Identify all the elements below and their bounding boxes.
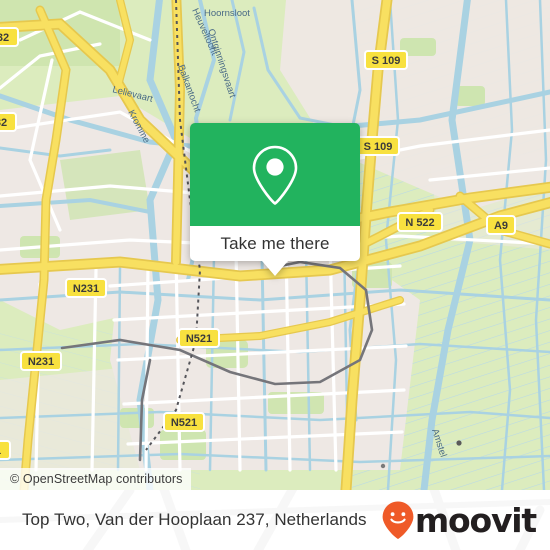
road-shield: N231 [65,278,107,298]
svg-text:N231: N231 [73,283,99,295]
road-shield: A9 [486,215,516,235]
footer-bar: Top Two, Van der Hooplaan 237, Netherlan… [0,490,550,550]
destination-popup[interactable]: Take me there [190,123,360,276]
take-me-there-label: Take me there [220,233,330,253]
svg-text:N521: N521 [186,333,212,345]
place-address: Top Two, Van der Hooplaan 237, Netherlan… [22,510,367,529]
popup-header [190,123,360,226]
map-pin-icon [252,145,298,205]
moovit-pin-icon [382,501,414,539]
moovit-map-screen: Hoornsloot Heuveltocht Balkantocht Ontgi… [0,0,550,550]
road-shield: 32 [0,27,19,47]
svg-text:32: 32 [0,117,7,129]
svg-text:1: 1 [0,445,1,457]
svg-text:S 109: S 109 [372,55,401,67]
svg-text:A9: A9 [494,220,508,232]
popup-pointer [262,261,288,276]
svg-text:N521: N521 [171,417,197,429]
road-shield: N521 [163,412,205,432]
svg-text:S 109: S 109 [364,141,393,153]
take-me-there-button[interactable]: Take me there [190,226,360,261]
road-shield: S 109 [364,50,408,70]
svg-text:32: 32 [0,32,9,44]
road-shield: 32 [0,112,17,132]
road-shield: N521 [178,328,220,348]
svg-text:N231: N231 [28,356,54,368]
moovit-logo[interactable]: moovit [381,500,537,540]
svg-text:N 522: N 522 [405,217,434,229]
road-shield: 1 [0,440,11,460]
moovit-wordmark: moovit [414,500,537,540]
road-shield: N 522 [397,212,443,232]
road-shield: S 109 [356,136,400,156]
road-shield: N231 [20,351,62,371]
osm-attribution[interactable]: © OpenStreetMap contributors [0,468,191,490]
